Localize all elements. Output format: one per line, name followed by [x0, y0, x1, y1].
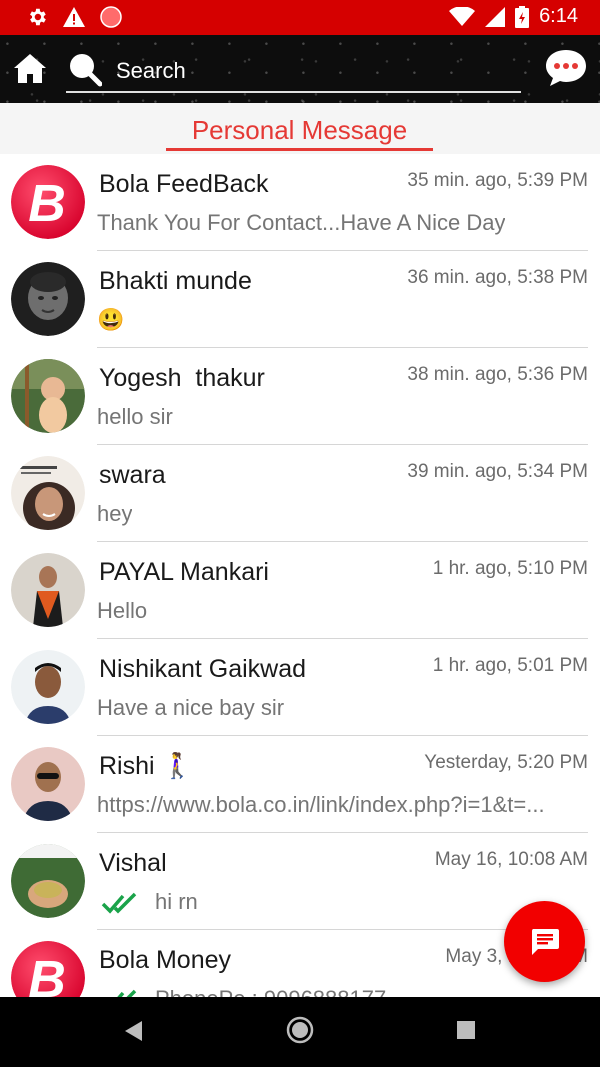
profile-photo-icon: [11, 747, 85, 821]
conversation-row[interactable]: Bhakti munde 36 min. ago, 5:38 PM 😃: [0, 251, 600, 348]
avatar: [11, 359, 85, 433]
conversation-row[interactable]: B Bola FeedBack 35 min. ago, 5:39 PM Tha…: [0, 154, 600, 251]
contact-name: Bola Money: [99, 946, 232, 974]
back-icon[interactable]: [122, 1019, 144, 1043]
wifi-icon: [449, 6, 476, 26]
avatar: [11, 456, 85, 530]
search-bar[interactable]: [66, 49, 521, 93]
status-time: 6:14: [539, 5, 578, 27]
double-check-icon: [101, 892, 137, 914]
home-icon: [14, 54, 46, 83]
chat-button[interactable]: [544, 48, 588, 88]
message-time: May 16, 10:08 AM: [434, 849, 588, 870]
profile-photo-icon: [11, 359, 85, 433]
contact-name: Bhakti munde: [99, 267, 252, 295]
contact-name: Yogesh thakur: [99, 364, 265, 392]
bola-logo-icon: B: [11, 941, 85, 997]
profile-photo-icon: [11, 844, 85, 918]
message-preview: hi rn: [155, 889, 198, 914]
message-preview: https://www.bola.co.in/link/index.php?i=…: [97, 792, 545, 817]
section-header: Personal Message: [0, 103, 600, 154]
message-time: Yesterday, 5:20 PM: [424, 752, 588, 773]
conversation-row[interactable]: Rishi 🚶‍♀️ Yesterday, 5:20 PM https://ww…: [0, 736, 600, 833]
contact-name: Vishal: [99, 849, 167, 877]
record-icon: [100, 6, 122, 28]
profile-photo-icon: [11, 650, 85, 724]
avatar: [11, 747, 85, 821]
battery-icon: [515, 5, 530, 28]
message-preview: hello sir: [97, 404, 173, 429]
svg-text:B: B: [28, 951, 66, 997]
message-time: 1 hr. ago, 5:10 PM: [432, 558, 588, 579]
message-preview: Hello: [97, 598, 148, 623]
home-circle-icon[interactable]: [285, 1015, 315, 1045]
conversation-row[interactable]: Vishal May 16, 10:08 AM hi rn: [0, 833, 600, 930]
avatar: B: [11, 941, 85, 997]
search-input[interactable]: [114, 55, 508, 87]
avatar: [11, 553, 85, 627]
top-bar: [0, 35, 600, 103]
svg-text:B: B: [28, 175, 66, 233]
signal-icon: [485, 6, 506, 27]
profile-photo-icon: [11, 262, 85, 336]
tab-personal-message[interactable]: Personal Message: [166, 111, 433, 151]
navigation-bar: [0, 997, 600, 1067]
recents-icon[interactable]: [456, 1020, 476, 1040]
contact-name: Nishikant Gaikwad: [99, 655, 307, 683]
status-bar: 6:14: [0, 0, 600, 35]
message-preview: Have a nice bay sir: [97, 695, 285, 720]
message-time: 35 min. ago, 5:39 PM: [407, 170, 588, 191]
contact-name: PAYAL Mankari: [99, 558, 269, 586]
conversation-row[interactable]: swara 39 min. ago, 5:34 PM hey: [0, 445, 600, 542]
bola-logo-icon: B: [11, 165, 85, 239]
avatar: [11, 844, 85, 918]
search-icon: [70, 54, 102, 87]
message-time: 36 min. ago, 5:38 PM: [407, 267, 588, 288]
message-preview: PhonePe : 9096888177: [155, 986, 386, 997]
double-check-icon: [117, 989, 137, 997]
conversation-row[interactable]: Nishikant Gaikwad 1 hr. ago, 5:01 PM Hav…: [0, 639, 600, 736]
message-preview: hey: [97, 501, 133, 526]
chat-bubble-icon: [546, 50, 586, 86]
conversation-row[interactable]: Yogesh thakur 38 min. ago, 5:36 PM hello…: [0, 348, 600, 445]
message-time: 38 min. ago, 5:36 PM: [407, 364, 588, 385]
warning-icon: [63, 7, 85, 27]
contact-name: Bola FeedBack: [99, 170, 269, 198]
conversation-list[interactable]: B Bola FeedBack 35 min. ago, 5:39 PM Tha…: [0, 154, 600, 997]
conversation-row[interactable]: PAYAL Mankari 1 hr. ago, 5:10 PM Hello: [0, 542, 600, 639]
home-button[interactable]: [12, 51, 48, 87]
message-preview: 😃: [97, 307, 125, 332]
new-message-icon: [531, 929, 559, 955]
avatar: [11, 650, 85, 724]
message-time: 39 min. ago, 5:34 PM: [407, 461, 588, 482]
avatar: B: [11, 165, 85, 239]
settings-icon: [30, 8, 46, 26]
profile-photo-icon: [11, 456, 85, 530]
contact-name: Rishi 🚶‍♀️: [99, 752, 193, 780]
profile-photo-icon: [11, 553, 85, 627]
message-preview: Thank You For Contact...Have A Nice Day: [97, 210, 506, 235]
contact-name: swara: [99, 461, 166, 489]
message-time: 1 hr. ago, 5:01 PM: [432, 655, 588, 676]
avatar: [11, 262, 85, 336]
new-message-button[interactable]: [504, 901, 585, 982]
